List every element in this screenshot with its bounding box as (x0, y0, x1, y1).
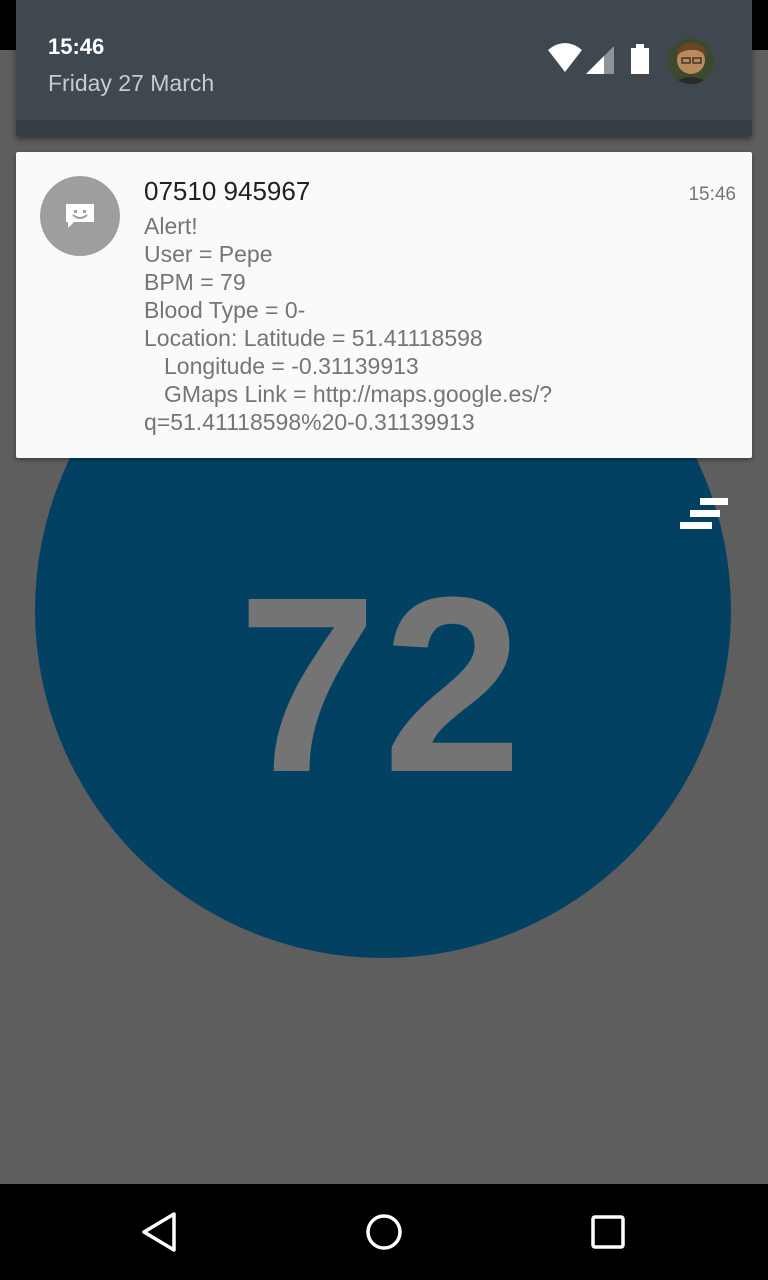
user-avatar[interactable] (668, 38, 714, 84)
notification-shade-divider (16, 120, 752, 136)
user-line: User = Pepe (144, 241, 273, 267)
message-smile-icon (40, 176, 120, 256)
sms-notification[interactable]: 07510 945967 15:46 Alert! User = Pepe BP… (16, 152, 752, 458)
sort-menu-icon[interactable] (678, 496, 730, 532)
recents-icon[interactable] (584, 1208, 632, 1256)
bpm-value: 72 (237, 545, 529, 824)
wifi-icon (548, 43, 582, 72)
shade-date[interactable]: Friday 27 March (48, 70, 214, 97)
battery-icon (631, 44, 649, 74)
notification-title: 07510 945967 (144, 176, 311, 206)
blood-type-line: Blood Type = 0- (144, 297, 306, 323)
notification-time: 15:46 (688, 184, 736, 205)
shade-time: 15:46 (48, 34, 105, 59)
gmaps-link-line: GMaps Link = http://maps.google.es/? (164, 381, 553, 407)
latitude-line: Location: Latitude = 51.41118598 (144, 325, 483, 351)
navigation-bar (0, 1184, 768, 1280)
cell-signal-icon (586, 46, 614, 74)
back-icon[interactable] (136, 1208, 184, 1256)
alert-line: Alert! (144, 213, 198, 239)
longitude-line: Longitude = -0.31139913 (164, 353, 419, 379)
gmaps-query-line: q=51.41118598%20-0.31139913 (144, 409, 475, 435)
notification-body: Alert! User = Pepe BPM = 79 Blood Type =… (144, 212, 734, 436)
bpm-line: BPM = 79 (144, 269, 246, 295)
home-icon[interactable] (360, 1208, 408, 1256)
